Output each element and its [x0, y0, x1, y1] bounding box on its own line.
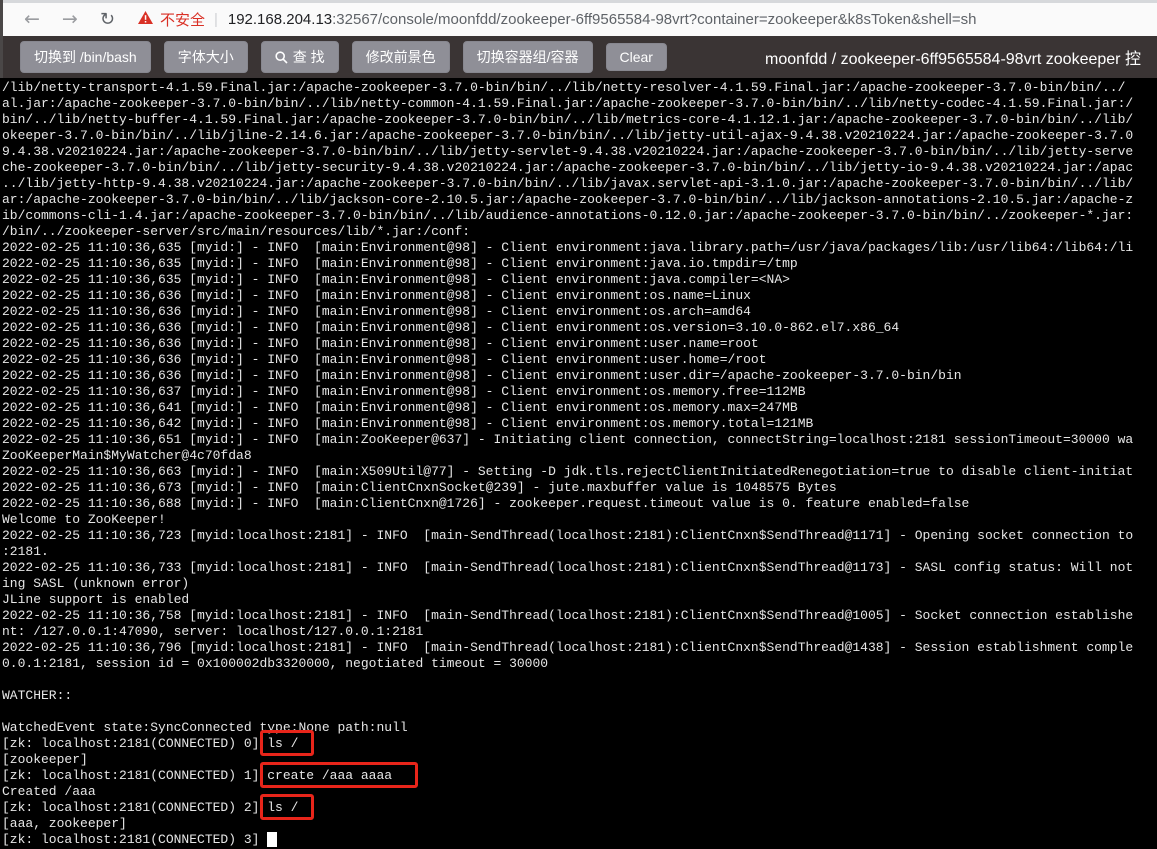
zk-prompt: [zk: localhost:2181(CONNECTED) 3] — [2, 832, 268, 847]
terminal-line: 2022-02-25 11:10:36,635 [myid:] - INFO [… — [2, 256, 798, 271]
terminal-line: WatchedEvent state:SyncConnected type:No… — [2, 720, 408, 735]
browser-address-bar: ← → ↻ 不安全 | 192.168.204.13:32567/console… — [0, 3, 1157, 36]
terminal-line: 2022-02-25 11:10:36,636 [myid:] - INFO [… — [2, 288, 751, 303]
toolbar-button-find-label: 查 找 — [292, 49, 325, 65]
toolbar-button-find[interactable]: 查 找 — [260, 41, 339, 73]
toolbar-button-font-size[interactable]: 字体大小 — [163, 41, 248, 73]
terminal-line: nt: /127.0.0.1:47090, server: localhost/… — [2, 624, 424, 639]
console-title: moonfdd / zookeeper-6ff9565584-98vrt zoo… — [765, 51, 1141, 68]
terminal-line: che-zookeeper-3.7.0-bin/bin/../lib/jetty… — [2, 160, 1134, 175]
terminal-line: [zk: localhost:2181(CONNECTED) 0] ls / — [2, 736, 1157, 752]
warning-triangle-icon[interactable] — [137, 10, 154, 30]
terminal-line: 2022-02-25 11:10:36,637 [myid:] - INFO [… — [2, 384, 806, 399]
terminal-line: ib/commons-cli-1.4.jar:/apache-zookeeper… — [2, 208, 1134, 223]
terminal-line: 2022-02-25 11:10:36,663 [myid:] - INFO [… — [2, 464, 1134, 479]
terminal-line: :2181. — [2, 544, 49, 559]
terminal-output[interactable]: /lib/netty-transport-4.1.59.Final.jar:/a… — [0, 78, 1157, 849]
terminal-line: 2022-02-25 11:10:36,636 [myid:] - INFO [… — [2, 352, 767, 367]
url-host: 192.168.204.13 — [227, 11, 333, 28]
annotated-command: ls / — [267, 800, 299, 815]
terminal-line: 2022-02-25 11:10:36,635 [myid:] - INFO [… — [2, 272, 790, 287]
toolbar-button-fg-color[interactable]: 修改前景色 — [351, 41, 450, 73]
terminal-line: [zk: localhost:2181(CONNECTED) 2] ls / — [2, 800, 1157, 816]
toolbar-button-switch-bash[interactable]: 切换到 /bin/bash — [20, 41, 151, 73]
toolbar-button-clear[interactable]: Clear — [605, 43, 667, 71]
terminal-line: WATCHER:: — [2, 688, 73, 703]
annotated-command: ls / — [267, 736, 299, 751]
terminal-line: ing SASL (unknown error) — [2, 576, 190, 591]
terminal-line: 2022-02-25 11:10:36,688 [myid:] - INFO [… — [2, 496, 970, 511]
terminal-line: 2022-02-25 11:10:36,636 [myid:] - INFO [… — [2, 320, 900, 335]
zk-prompt: [zk: localhost:2181(CONNECTED) 1] — [2, 768, 268, 783]
terminal-line: [zk: localhost:2181(CONNECTED) 3] — [2, 832, 1157, 848]
zk-prompt: [zk: localhost:2181(CONNECTED) 0] — [2, 736, 268, 751]
terminal-line: [aaa, zookeeper] — [2, 816, 127, 831]
terminal-line: 2022-02-25 11:10:36,636 [myid:] - INFO [… — [2, 336, 759, 351]
terminal-line: al.jar:/apache-zookeeper-3.7.0-bin/bin/.… — [2, 96, 1134, 111]
terminal-line: 2022-02-25 11:10:36,673 [myid:] - INFO [… — [2, 480, 837, 495]
terminal-line: 2022-02-25 11:10:36,733 [myid:localhost:… — [2, 560, 1134, 575]
terminal-line: 2022-02-25 11:10:36,758 [myid:localhost:… — [2, 608, 1134, 623]
terminal-line: 2022-02-25 11:10:36,635 [myid:] - INFO [… — [2, 240, 1134, 255]
terminal-line: [zookeeper] — [2, 752, 88, 767]
console-toolbar: 切换到 /bin/bash 字体大小 查 找 修改前景色 切换容器组/容器 Cl… — [0, 36, 1157, 78]
terminal-line: 2022-02-25 11:10:36,796 [myid:localhost:… — [2, 640, 1134, 655]
not-secure-badge[interactable]: 不安全 — [160, 9, 205, 30]
terminal-line: 9.4.38.v20210224.jar:/apache-zookeeper-3… — [2, 144, 1134, 159]
reload-icon[interactable]: ↻ — [100, 10, 115, 29]
terminal-line: Created /aaa — [2, 784, 96, 799]
terminal-line: 2022-02-25 11:10:36,636 [myid:] - INFO [… — [2, 368, 962, 383]
terminal-line: ar:/apache-zookeeper-3.7.0-bin/bin/../li… — [2, 192, 1134, 207]
annotated-command: create /aaa aaaa — [267, 768, 393, 783]
terminal-line: 2022-02-25 11:10:36,723 [myid:localhost:… — [2, 528, 1134, 543]
forward-icon[interactable]: → — [62, 10, 78, 29]
terminal-line: okeeper-3.7.0-bin/bin/../lib/jline-2.14.… — [2, 128, 1134, 143]
terminal-line: 0.0.1:2181, session id = 0x100002db33200… — [2, 656, 549, 671]
terminal-line: [zk: localhost:2181(CONNECTED) 1] create… — [2, 768, 1157, 784]
terminal-line: JLine support is enabled — [2, 592, 190, 607]
terminal-line: bin/../lib/netty-buffer-4.1.59.Final.jar… — [2, 112, 1134, 127]
terminal-line: /bin/../zookeeper-server/src/main/resour… — [2, 224, 471, 239]
terminal-line: /lib/netty-transport-4.1.59.Final.jar:/a… — [2, 80, 1126, 95]
url-text[interactable]: 192.168.204.13:32567/console/moonfdd/zoo… — [228, 11, 977, 28]
terminal-line: Welcome to ZooKeeper! — [2, 512, 166, 527]
window-edge — [0, 0, 3, 78]
zk-prompt: [zk: localhost:2181(CONNECTED) 2] — [2, 800, 268, 815]
search-icon — [275, 50, 288, 64]
terminal-line: 2022-02-25 11:10:36,636 [myid:] - INFO [… — [2, 304, 751, 319]
toolbar-button-switch-container[interactable]: 切换容器组/容器 — [462, 41, 593, 73]
terminal-line: 2022-02-25 11:10:36,641 [myid:] - INFO [… — [2, 400, 798, 415]
terminal-line: 2022-02-25 11:10:36,642 [myid:] - INFO [… — [2, 416, 814, 431]
back-icon[interactable]: ← — [24, 10, 40, 29]
terminal-line: 2022-02-25 11:10:36,651 [myid:] - INFO [… — [2, 432, 1134, 447]
terminal-line: ../lib/jetty-http-9.4.38.v20210224.jar:/… — [2, 176, 1134, 191]
url-path: :32567/console/moonfdd/zookeeper-6ff9565… — [332, 11, 977, 28]
terminal-cursor[interactable] — [267, 832, 278, 847]
terminal-line: ZooKeeperMain$MyWatcher@4c70fda8 — [2, 448, 252, 463]
address-separator: | — [213, 11, 218, 28]
